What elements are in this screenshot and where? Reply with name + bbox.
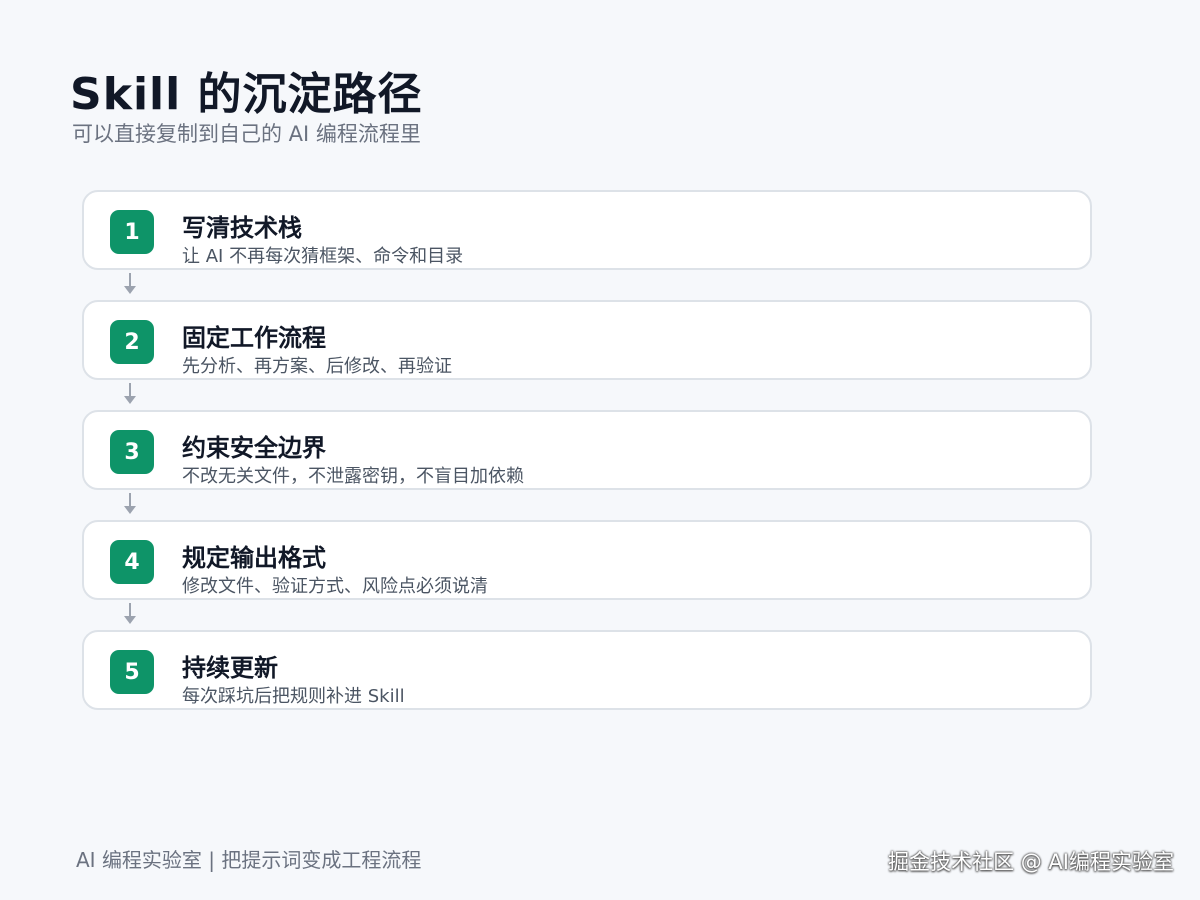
- down-arrow-icon: [82, 380, 1092, 410]
- step-title: 写清技术栈: [182, 214, 302, 242]
- steps-flow: 1 写清技术栈 让 AI 不再每次猜框架、命令和目录 2 固定工作流程 先分析、…: [82, 190, 1092, 710]
- step-card-1: 1 写清技术栈 让 AI 不再每次猜框架、命令和目录: [82, 190, 1092, 270]
- step-title: 固定工作流程: [182, 324, 326, 352]
- down-arrow-icon: [82, 600, 1092, 630]
- footer-caption: AI 编程实验室 | 把提示词变成工程流程: [76, 848, 422, 872]
- step-card-3: 3 约束安全边界 不改无关文件，不泄露密钥，不盲目加依赖: [82, 410, 1092, 490]
- step-card-4: 4 规定输出格式 修改文件、验证方式、风险点必须说清: [82, 520, 1092, 600]
- step-card-2: 2 固定工作流程 先分析、再方案、后修改、再验证: [82, 300, 1092, 380]
- step-title: 约束安全边界: [182, 434, 326, 462]
- step-title: 规定输出格式: [182, 544, 326, 572]
- step-number-badge: 2: [110, 320, 154, 364]
- step-description: 每次踩坑后把规则补进 Skill: [182, 686, 405, 707]
- step-description: 先分析、再方案、后修改、再验证: [182, 356, 452, 377]
- step-description: 让 AI 不再每次猜框架、命令和目录: [182, 246, 464, 267]
- down-arrow-icon: [82, 270, 1092, 300]
- watermark: 掘金技术社区 @ AI编程实验室: [888, 850, 1174, 874]
- step-number-badge: 3: [110, 430, 154, 474]
- step-card-5: 5 持续更新 每次踩坑后把规则补进 Skill: [82, 630, 1092, 710]
- page-title: Skill 的沉淀路径: [70, 69, 423, 120]
- page: Skill 的沉淀路径 可以直接复制到自己的 AI 编程流程里 1 写清技术栈 …: [0, 0, 1200, 900]
- step-number-badge: 5: [110, 650, 154, 694]
- down-arrow-icon: [82, 490, 1092, 520]
- step-number-badge: 1: [110, 210, 154, 254]
- step-description: 不改无关文件，不泄露密钥，不盲目加依赖: [182, 466, 524, 487]
- step-title: 持续更新: [182, 654, 278, 682]
- step-number-badge: 4: [110, 540, 154, 584]
- page-subtitle: 可以直接复制到自己的 AI 编程流程里: [72, 122, 421, 146]
- step-description: 修改文件、验证方式、风险点必须说清: [182, 576, 488, 597]
